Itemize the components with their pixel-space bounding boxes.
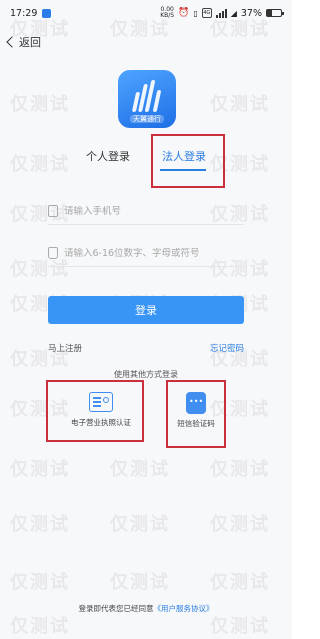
password-field (48, 240, 244, 267)
logo-label: 天翼通行 (130, 115, 164, 123)
status-right: 0.00 KB/S ⏰ ▯ 4G ◢ 37% (160, 7, 284, 19)
logo-text: 天翼通行 (118, 114, 176, 124)
phone-field (48, 198, 244, 225)
watermark: 仅测试 (10, 514, 70, 535)
license-card-icon (89, 392, 113, 412)
agreement-prefix: 登录即代表您已经同意 (78, 604, 154, 613)
sms-login-option[interactable]: 短信验证码 (170, 392, 222, 429)
back-label: 返回 (19, 36, 41, 49)
sms-login-label: 短信验证码 (177, 419, 215, 428)
watermark: 仅测试 (210, 514, 270, 535)
license-login-option[interactable]: 电子营业执照认证 (60, 392, 142, 428)
sms-bubble-icon (186, 392, 206, 414)
status-time: 17:29 (10, 7, 38, 19)
tab-personal-login[interactable]: 个人登录 (86, 148, 130, 164)
vibrate-icon: ▯ (193, 8, 198, 18)
register-link[interactable]: 马上注册 (48, 342, 82, 354)
alarm-icon: ⏰ (178, 8, 190, 18)
other-methods-title: 使用其他方式登录 (114, 370, 178, 379)
chevron-left-icon (6, 36, 18, 48)
watermark: 仅测试 (110, 572, 170, 593)
logo-stripes-icon (131, 80, 162, 112)
phone-icon (48, 205, 58, 217)
watermark: 仅测试 (10, 572, 70, 593)
active-tab-indicator (160, 169, 206, 171)
login-tabs: 个人登录 法人登录 (0, 148, 292, 172)
password-input[interactable] (64, 247, 234, 259)
volte-icon: 4G (201, 8, 212, 18)
watermark: 仅测试 (110, 459, 170, 480)
forgot-password-link[interactable]: 忘记密码 (210, 342, 244, 354)
battery-icon (266, 9, 284, 17)
net-speed-unit: KB/S (160, 12, 175, 19)
phone-input[interactable] (64, 205, 234, 217)
user-agreement-link[interactable]: 《用户服务协议》 (154, 604, 214, 613)
agreement-text: 登录即代表您已经同意《用户服务协议》 (0, 603, 292, 614)
watermark: 仅测试 (10, 616, 70, 637)
watermark: 仅测试 (210, 94, 270, 115)
watermark: 仅测试 (210, 572, 270, 593)
watermark: 仅测试 (210, 616, 270, 637)
battery-percent: 37% (240, 7, 262, 19)
signal-icon (215, 8, 227, 18)
app-logo: 天翼通行 (118, 70, 176, 128)
status-left: 17:29 (10, 7, 52, 19)
status-bar: 17:29 0.00 KB/S ⏰ ▯ 4G ◢ 37% (0, 0, 292, 26)
watermark: 仅测试 (10, 94, 70, 115)
lock-icon (48, 247, 58, 259)
net-speed: 0.00 KB/S (160, 7, 174, 19)
watermark: 仅测试 (210, 459, 270, 480)
notification-icon (42, 8, 52, 18)
watermark: 仅测试 (10, 459, 70, 480)
watermark: 仅测试 (110, 514, 170, 535)
wifi-icon: ◢ (230, 8, 237, 18)
back-button[interactable]: 返回 (6, 34, 41, 50)
tab-legal-login[interactable]: 法人登录 (162, 148, 206, 164)
login-button[interactable]: 登录 (48, 296, 244, 324)
login-screen: 仅测试 仅测试 仅测试 仅测试 仅测试 仅测试 仅测试 仅测试 仅测试 仅测试 … (0, 0, 292, 639)
license-login-label: 电子营业执照认证 (71, 418, 131, 427)
